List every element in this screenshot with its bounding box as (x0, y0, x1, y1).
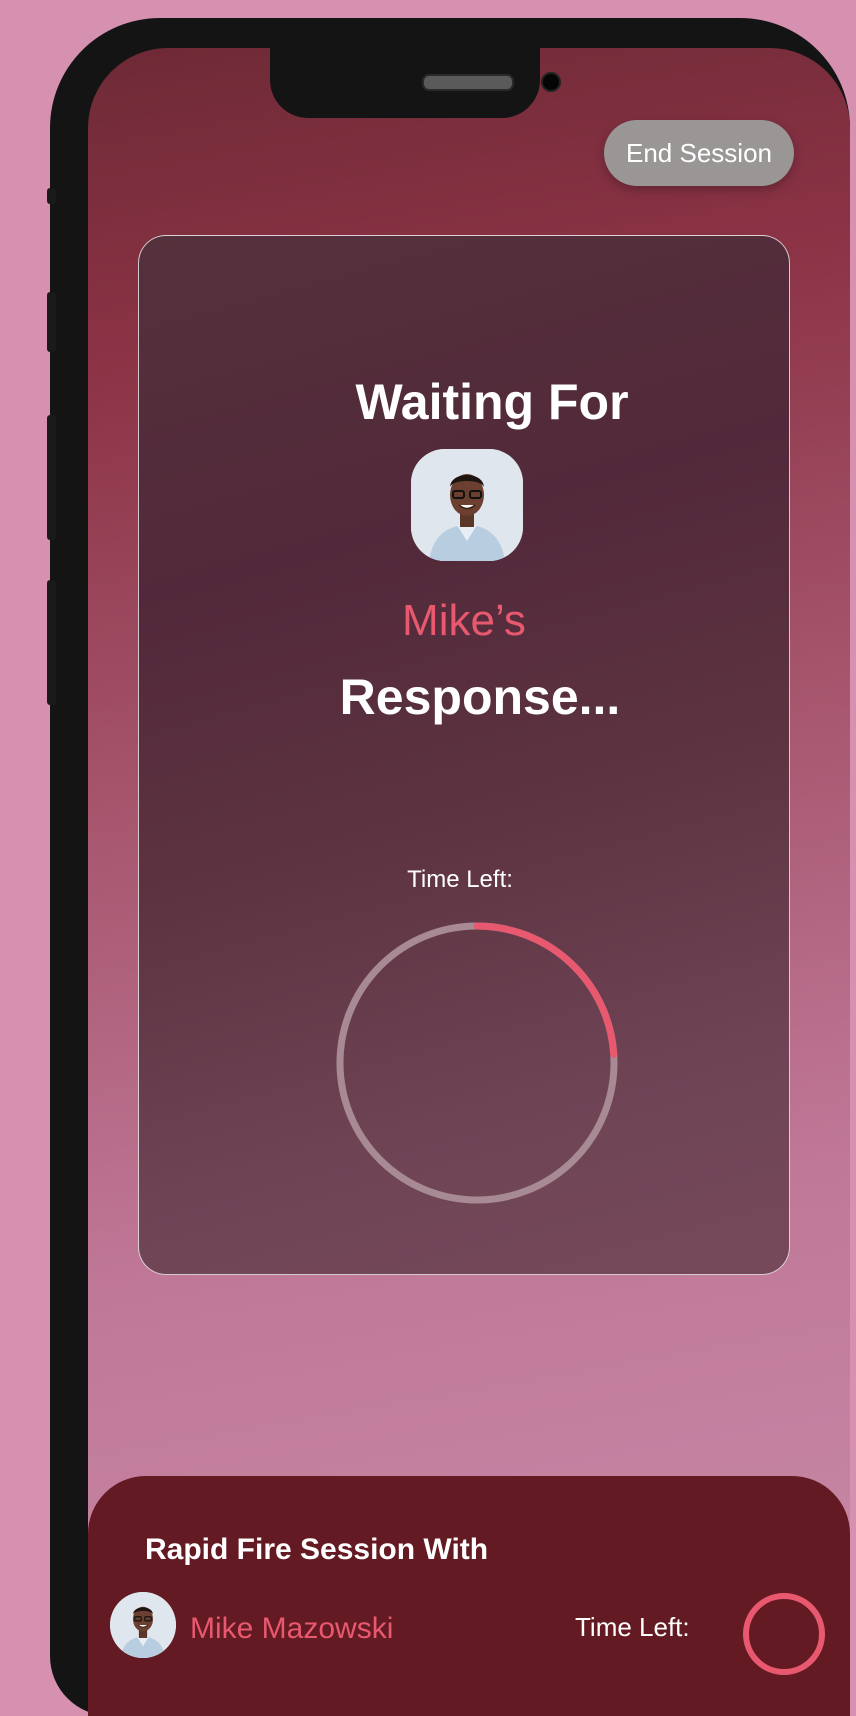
footer-timer-circle (743, 1593, 825, 1675)
session-panel (88, 1476, 850, 1716)
waiting-title: Waiting For (355, 374, 629, 430)
time-left-label: Time Left: (407, 866, 513, 893)
volume-down-button (47, 415, 56, 540)
mute-switch (47, 188, 56, 204)
participant-name: Mike’s (402, 596, 526, 645)
power-button (47, 580, 56, 705)
participant-full-name: Mike Mazowski (190, 1612, 394, 1645)
avatar (411, 449, 523, 561)
front-camera (541, 72, 561, 92)
speaker-grille (422, 74, 514, 91)
session-title: Rapid Fire Session With (145, 1533, 489, 1566)
person-photo-icon (110, 1592, 176, 1658)
footer-timer-ring (743, 1593, 825, 1675)
response-title: Response... (339, 669, 621, 725)
volume-up-button (47, 292, 56, 352)
footer-time-left-label: Time Left: (575, 1612, 690, 1642)
countdown-timer-ring (336, 922, 618, 1204)
end-session-button[interactable]: End Session (604, 120, 794, 186)
person-photo-icon (411, 449, 523, 561)
participant-avatar (110, 1592, 176, 1658)
